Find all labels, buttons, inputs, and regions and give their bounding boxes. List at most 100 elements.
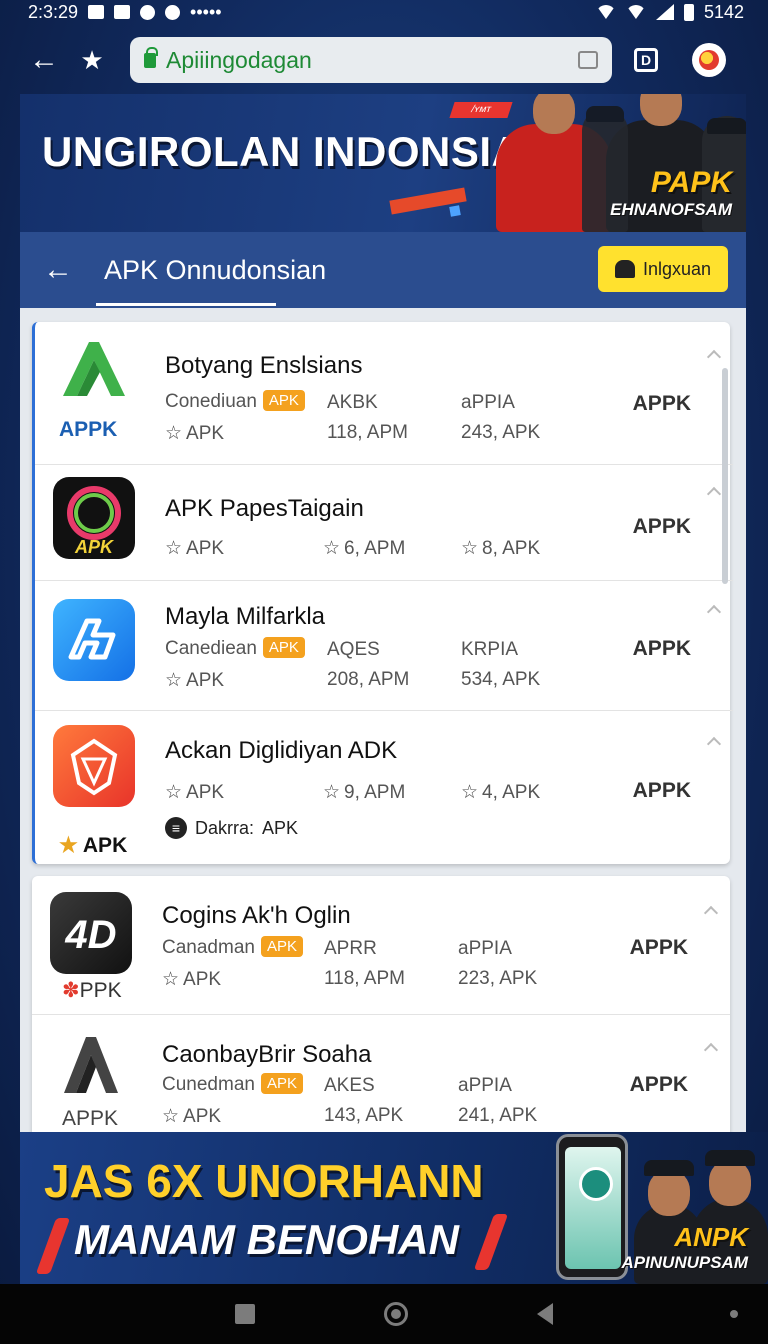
- bottom-banner-brand-sub: APINUNUPSAM: [621, 1253, 748, 1272]
- app-meta-category: Conediuan APK: [165, 390, 305, 413]
- top-ad-banner[interactable]: /ʏᴍᴛ UNGIROLAN INDONSIA PAPK EHNANOFSAM: [20, 94, 746, 232]
- banner-decor-shard: [449, 205, 461, 217]
- home-icon[interactable]: [578, 51, 598, 69]
- profile-button[interactable]: [692, 43, 726, 77]
- address-bar[interactable]: Apiiingodagan: [130, 37, 612, 83]
- list-item[interactable]: ★ APK Ackan Diglidiyan ADK ☆ APK ☆ 9, APM …: [35, 710, 733, 864]
- status-dots: •••••: [190, 1, 222, 22]
- arrow-left-icon: ←: [43, 253, 73, 286]
- banner-decor-slash: [35, 1218, 71, 1274]
- tabs-icon: D: [640, 52, 652, 68]
- list-item[interactable]: APPK CaonbayBrir Soaha Cunedman APK AKES …: [32, 1014, 730, 1132]
- home-nav-icon[interactable]: [383, 1302, 408, 1326]
- app-card-group: 4D ✽PPK Cogins Ak'h Oglin Canadman APK AP…: [32, 876, 730, 1132]
- app-size: ☆ 4, APK: [461, 782, 541, 803]
- bottom-ad-banner[interactable]: JAS 6X UNORHANN MANAM BENOHAN ANPK APINU…: [20, 1132, 768, 1284]
- app-downloads: 118, APM: [324, 968, 405, 989]
- list-item[interactable]: APK APK PapesTaigain ☆ APK ☆ 6, APM ☆ 8, AP…: [35, 464, 733, 580]
- app-meta-c: KRPIA: [461, 639, 519, 660]
- chevron-up-icon[interactable]: [706, 349, 722, 365]
- app-icon-label: ✽PPK: [62, 979, 122, 1002]
- menu-dot-icon[interactable]: [730, 1310, 738, 1318]
- app-name: APK PapesTaigain: [165, 495, 364, 522]
- star-icon: ☆: [165, 538, 183, 559]
- header-tab[interactable]: APK Onnudonsian: [96, 232, 334, 308]
- app-rating: ☆ APK: [162, 1106, 222, 1127]
- app-meta-b: APRR: [324, 938, 377, 959]
- apk-badge: APK: [260, 1073, 303, 1094]
- app-card-group: APPK Botyang Enslsians Conediuan APK AKBK…: [32, 322, 733, 864]
- app-rating: ☆ APK: [165, 423, 225, 444]
- app-icon-d: [53, 725, 135, 807]
- user-icon: [614, 260, 635, 278]
- download-button[interactable]: APPK: [633, 779, 691, 803]
- app-meta-b: AKES: [324, 1075, 375, 1096]
- list-item[interactable]: 4D ✽PPK Cogins Ak'h Oglin Canadman APK AP…: [32, 876, 730, 1014]
- app-name: Mayla Milfarkla: [165, 603, 326, 630]
- bottom-banner-brand: ANPK APINUNUPSAM: [621, 1222, 748, 1273]
- app-size: 534, APK: [461, 669, 541, 690]
- lock-icon: [144, 46, 158, 68]
- battery-icon: [683, 3, 694, 21]
- page-title: APK Onnudonsian: [104, 254, 327, 285]
- app-rating: ☆ APK: [165, 538, 225, 559]
- banner-decor-slash: [473, 1214, 509, 1270]
- star-icon: ★: [80, 44, 104, 75]
- app-icon-label: APPK: [59, 418, 118, 441]
- notification-icon: [88, 5, 105, 19]
- system-nav-bar: [0, 1284, 768, 1344]
- list-item[interactable]: Mayla Milfarkla Canediean APK AQES KRPIA …: [35, 580, 733, 710]
- calendar-icon: [114, 5, 131, 19]
- signal-icon: [655, 4, 674, 20]
- download-button[interactable]: APPK: [633, 637, 691, 661]
- sync-icon: [140, 4, 156, 20]
- scrollbar[interactable]: [722, 368, 728, 584]
- app-rating: ☆ APK: [162, 969, 222, 990]
- star-icon: ☆: [461, 538, 479, 559]
- bottom-banner-brand-name: ANPK: [674, 1222, 748, 1252]
- app-meta-c: aPPIA: [458, 1075, 512, 1096]
- phone-image: [556, 1134, 628, 1280]
- chevron-up-icon[interactable]: [706, 486, 722, 502]
- back-nav-icon[interactable]: [537, 1303, 554, 1325]
- app-icon-f: [50, 1023, 132, 1105]
- app-name: Ackan Diglidiyan ADK: [165, 737, 398, 764]
- login-button[interactable]: Inlgxuan: [598, 246, 728, 292]
- app-size: ☆ 8, APK: [461, 538, 541, 559]
- back-button[interactable]: ←: [20, 36, 68, 84]
- star-icon: ☆: [323, 538, 341, 559]
- app-downloads: 208, APM: [327, 669, 410, 690]
- chevron-up-icon[interactable]: [706, 604, 722, 620]
- arrow-left-icon: ←: [29, 43, 59, 76]
- banner-headline: UNGIROLAN INDONSIA: [42, 128, 523, 175]
- download-button[interactable]: APPK: [630, 1073, 688, 1097]
- star-icon: ☆: [162, 969, 180, 990]
- download-button[interactable]: APPK: [633, 392, 691, 416]
- app-name: Botyang Enslsians: [165, 352, 363, 379]
- svg-text:4D: 4D: [64, 913, 116, 957]
- banner-brand-sub: EHNANOFSAM: [610, 200, 732, 219]
- app-meta-b: AQES: [327, 639, 380, 660]
- header-back-button[interactable]: ←: [20, 253, 96, 287]
- url-text[interactable]: Apiiingodagan: [166, 47, 568, 74]
- battery-level: 5142: [703, 1, 744, 22]
- chevron-up-icon[interactable]: [703, 905, 719, 921]
- status-time: 2:3:29: [28, 1, 79, 22]
- wifi-icon: [595, 5, 616, 19]
- star-icon: ☆: [165, 782, 183, 803]
- app-icon-label: ★ APK: [59, 834, 128, 857]
- chevron-up-icon[interactable]: [703, 1042, 719, 1058]
- tabs-button[interactable]: D: [634, 48, 658, 72]
- download-button[interactable]: APPK: [630, 936, 688, 960]
- bookmark-button[interactable]: ★: [68, 36, 116, 84]
- download-button[interactable]: APPK: [633, 515, 691, 539]
- chevron-up-icon[interactable]: [706, 736, 722, 752]
- recents-icon[interactable]: [234, 1304, 255, 1324]
- status-bar: 2:3:29 ••••• 5142: [0, 0, 768, 24]
- login-label: Inlgxuan: [642, 258, 712, 279]
- info-icon: ≡: [165, 817, 187, 839]
- app-downloads: 118, APM: [327, 422, 408, 443]
- wifi-alt-icon: [625, 5, 646, 19]
- list-item[interactable]: APPK Botyang Enslsians Conediuan APK AKBK…: [35, 322, 733, 464]
- app-meta-c: aPPIA: [461, 392, 515, 413]
